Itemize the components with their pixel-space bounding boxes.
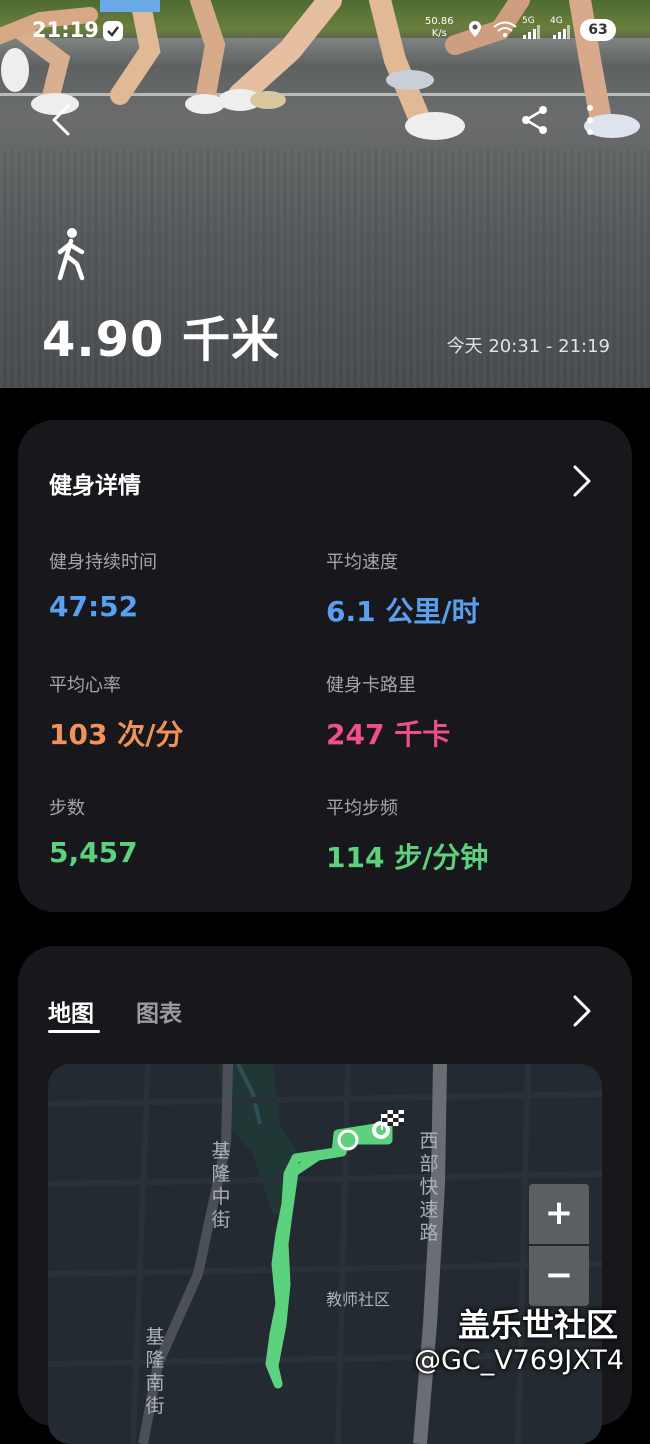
metric-calories: 健身卡路里 247 千卡 — [326, 671, 450, 753]
notification-icon — [102, 20, 124, 46]
metric-label: 平均步频 — [326, 798, 398, 819]
street-label-right: 西部快速路 — [419, 1130, 439, 1244]
tab-active-indicator — [48, 1030, 100, 1033]
status-time: 21:19 — [32, 18, 99, 42]
hero-banner: 21:19 50.86 K/s 5G 4G 63 4.90 千米 今天 20:3… — [0, 0, 650, 388]
back-button[interactable] — [48, 100, 74, 140]
zoom-in-button[interactable]: + — [529, 1184, 589, 1244]
more-vertical-icon — [587, 105, 593, 135]
details-expand-button[interactable] — [570, 464, 594, 498]
watermark-community: 盖乐世社区 — [458, 1306, 619, 1344]
route-map[interactable]: 基隆中街 基隆南街 西部快速路 教师社区 + − — [48, 1064, 602, 1444]
tab-chart[interactable]: 图表 — [136, 994, 182, 1028]
share-button[interactable] — [520, 104, 550, 136]
network-speed: 50.86 K/s — [425, 16, 454, 40]
workout-time-range: 今天 20:31 - 21:19 — [446, 336, 610, 357]
metric-value: 47:52 — [49, 590, 139, 623]
metric-value: 103 次/分 — [49, 718, 184, 751]
map-canvas — [48, 1064, 602, 1444]
signal-4g-icon — [552, 24, 570, 44]
status-bar: 21:19 50.86 K/s 5G 4G 63 — [0, 0, 650, 60]
metric-average-heart-rate: 平均心率 103 次/分 — [49, 671, 183, 753]
chevron-right-icon — [573, 995, 591, 1027]
metric-steps: 步数 5,457 — [49, 794, 138, 869]
workout-distance: 4.90 千米 — [42, 312, 281, 368]
share-icon — [522, 106, 547, 134]
location-icon — [468, 20, 482, 42]
metric-value: 247 千卡 — [326, 718, 451, 751]
more-options-button[interactable] — [584, 100, 596, 140]
street-label-left-lower: 基隆南街 — [145, 1326, 165, 1417]
metric-average-speed: 平均速度 6.1 公里/时 — [326, 548, 480, 630]
street-label-left-upper: 基隆中街 — [211, 1140, 231, 1231]
metric-value: 5,457 — [49, 836, 138, 869]
poi-label: 教师社区 — [326, 1290, 391, 1309]
metric-label: 健身持续时间 — [49, 552, 157, 573]
network-speed-unit: K/s — [431, 28, 447, 39]
signal-5g-icon — [522, 24, 540, 44]
metric-label: 步数 — [49, 798, 85, 819]
chevron-right-icon — [573, 465, 591, 497]
wifi-icon — [492, 20, 518, 42]
metric-label: 健身卡路里 — [326, 675, 416, 696]
metric-value: 6.1 公里/时 — [326, 595, 480, 628]
metric-label: 平均速度 — [326, 552, 398, 573]
workout-details-card: 健身详情 健身持续时间 47:52 平均速度 6.1 公里/时 平均心率 103… — [18, 420, 632, 912]
tab-map[interactable]: 地图 — [48, 994, 94, 1028]
details-title: 健身详情 — [49, 473, 141, 499]
metric-cadence: 平均步频 114 步/分钟 — [326, 794, 488, 876]
metric-value: 114 步/分钟 — [326, 841, 489, 874]
walking-icon — [52, 226, 92, 282]
map-expand-button[interactable] — [570, 994, 594, 1028]
metric-duration: 健身持续时间 47:52 — [49, 548, 157, 623]
zoom-out-button[interactable]: − — [529, 1246, 589, 1306]
watermark-user: @GC_V769JXT4 — [414, 1345, 624, 1376]
network-speed-value: 50.86 — [425, 16, 454, 27]
metric-label: 平均心率 — [49, 675, 121, 696]
battery-indicator: 63 — [580, 19, 616, 41]
chevron-left-icon — [52, 104, 70, 136]
